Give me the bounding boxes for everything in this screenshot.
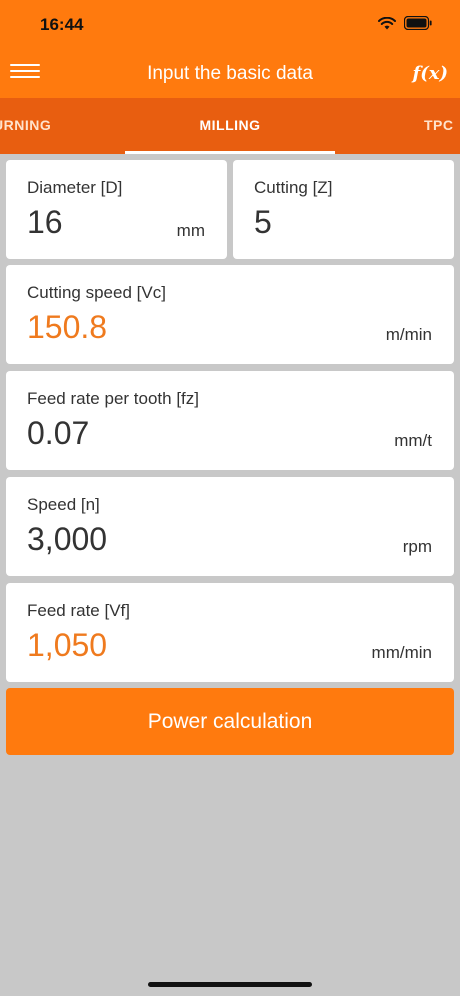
wifi-icon: [378, 16, 396, 29]
cutting-speed-label: Cutting speed [Vc]: [27, 283, 166, 302]
feed-per-tooth-unit: mm/t: [394, 431, 432, 450]
tab-bar: URNING MILLING TPC: [0, 98, 460, 154]
diameter-label: Diameter [D]: [27, 178, 123, 197]
home-indicator[interactable]: [148, 982, 312, 987]
navigation-bar: Input the basic data f(x): [0, 48, 460, 98]
status-bar: 16:44: [0, 0, 460, 48]
feed-per-tooth-value[interactable]: 0.07: [27, 415, 89, 452]
power-calculation-button[interactable]: Power calculation: [6, 688, 454, 755]
cutting-speed-unit: m/min: [385, 325, 432, 344]
feed-rate-label: Feed rate [Vf]: [27, 601, 130, 620]
diameter-value[interactable]: 16: [27, 204, 63, 241]
cutting-speed-value[interactable]: 150.8: [27, 309, 107, 346]
tab-active-indicator: [125, 151, 335, 154]
speed-unit: rpm: [402, 537, 432, 556]
feed-per-tooth-card[interactable]: Feed rate per tooth [fz] 0.07 mm/t: [6, 371, 454, 470]
status-time: 16:44: [40, 15, 84, 34]
cutting-card[interactable]: Cutting [Z] 5: [233, 160, 454, 259]
diameter-unit: mm: [176, 221, 205, 240]
feed-rate-value[interactable]: 1,050: [27, 627, 107, 664]
feed-rate-card[interactable]: Feed rate [Vf] 1,050 mm/min: [6, 583, 454, 682]
tab-tpc[interactable]: TPC: [424, 117, 454, 133]
page-title: Input the basic data: [147, 63, 313, 84]
speed-value[interactable]: 3,000: [27, 521, 107, 558]
cutting-label: Cutting [Z]: [254, 178, 333, 197]
feed-rate-unit: mm/min: [371, 643, 432, 662]
feed-per-tooth-label: Feed rate per tooth [fz]: [27, 389, 199, 408]
speed-label: Speed [n]: [27, 495, 100, 514]
diameter-card[interactable]: Diameter [D] 16 mm: [6, 160, 227, 259]
speed-card[interactable]: Speed [n] 3,000 rpm: [6, 477, 454, 576]
formula-fx-button[interactable]: f(x): [412, 63, 448, 84]
status-icons: [378, 16, 432, 30]
cutting-speed-card[interactable]: Cutting speed [Vc] 150.8 m/min: [6, 265, 454, 364]
battery-icon: [404, 16, 432, 30]
tab-turning[interactable]: URNING: [0, 117, 51, 133]
tab-milling[interactable]: MILLING: [125, 117, 335, 133]
cutting-value[interactable]: 5: [254, 204, 272, 241]
